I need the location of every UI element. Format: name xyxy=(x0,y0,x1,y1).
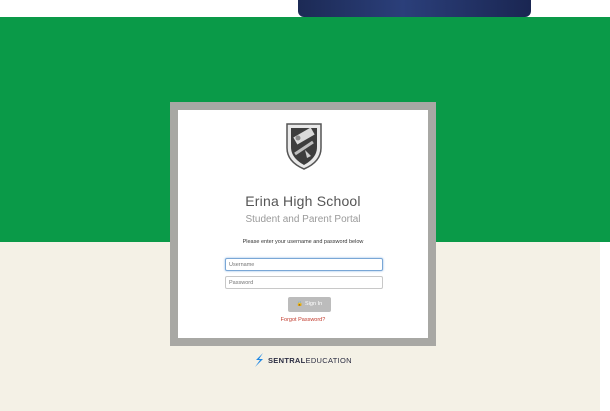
login-panel: Erina High School Student and Parent Por… xyxy=(178,110,428,338)
password-input[interactable] xyxy=(225,276,383,289)
brand-name-bold: SENTRAL xyxy=(268,355,306,365)
school-crest-icon xyxy=(286,123,322,170)
sign-in-button[interactable]: 🔒 Sign In xyxy=(288,297,331,312)
sentral-logo-icon xyxy=(255,353,263,367)
banner-photo xyxy=(298,0,531,17)
school-name: Erina High School xyxy=(245,193,361,209)
login-instructions: Please enter your username and password … xyxy=(242,239,364,245)
username-input[interactable] xyxy=(225,258,383,271)
sentral-brand: SENTRAL EDUCATION xyxy=(253,351,363,369)
page-edge xyxy=(600,242,610,411)
forgot-password-link[interactable]: Forgot Password? xyxy=(178,317,428,323)
portal-subtitle: Student and Parent Portal xyxy=(245,214,361,225)
login-frame: Erina High School Student and Parent Por… xyxy=(170,102,436,346)
lock-icon: 🔒 xyxy=(296,301,304,307)
brand-name-light: EDUCATION xyxy=(305,355,352,365)
sign-in-label: Sign In xyxy=(305,301,323,307)
